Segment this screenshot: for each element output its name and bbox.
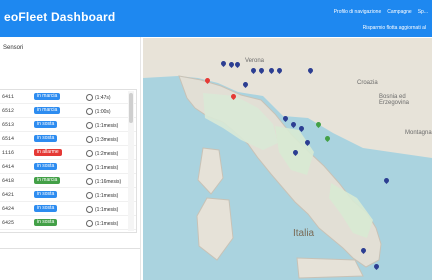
brand-title[interactable]: eoFleet Dashboard: [4, 10, 115, 24]
clock-icon: [86, 178, 93, 185]
last-seen-text: (1:1mesis): [95, 122, 119, 129]
map-label-bosnia: Bosnia ed Erzegovina: [379, 94, 410, 106]
last-seen-text: (1:1mesis): [95, 206, 119, 213]
last-seen-text: (1:47s): [95, 94, 111, 101]
vehicle-id: 6514: [2, 136, 15, 142]
status-badge: in sosta: [34, 135, 58, 142]
status-badge: in sosta: [34, 205, 58, 212]
vehicle-id: 6418: [2, 178, 15, 184]
list-item[interactable]: 6421 in sosta (1:1mesis): [0, 188, 136, 202]
last-seen: (1:16mesis): [86, 178, 121, 185]
vehicle-id: 1116: [2, 150, 15, 156]
panel-divider: [0, 248, 140, 249]
last-seen: (1:1mesis): [86, 164, 118, 171]
top-nav: Profilo di navigazione Campagne Sp...: [334, 9, 428, 15]
last-seen: (1:1mesis): [86, 206, 118, 213]
status-badge: in sosta: [34, 191, 58, 198]
nav-item[interactable]: Profilo di navigazione: [334, 9, 382, 15]
status-badge: in marcia: [34, 107, 61, 114]
list-item[interactable]: 6411 in marcia (1:47s): [0, 90, 136, 104]
map-view[interactable]: Verona Croazia Bosnia ed Erzegovina Mont…: [143, 38, 432, 280]
clock-icon: [86, 136, 93, 143]
corsica: [197, 147, 224, 195]
clock-icon: [86, 94, 93, 101]
last-seen-text: (1:1mesis): [95, 164, 119, 171]
list-item[interactable]: 6513 in sosta (1:1mesis): [0, 118, 136, 132]
vehicle-id: 6414: [2, 164, 15, 170]
status-badge: in allarme: [34, 149, 62, 156]
subnav: Risparmio flotta aggiornati al: [362, 25, 426, 31]
clock-icon: [86, 122, 93, 129]
clock-icon: [86, 150, 93, 157]
last-seen-text: (1:1mesis): [95, 192, 119, 199]
status-badge: in sosta: [34, 163, 58, 170]
left-panel: Sensori 6411 in marcia (1:47s) 6512 in m…: [0, 37, 141, 280]
last-seen-text: (1:00s): [95, 108, 111, 115]
vehicle-id: 6411: [2, 94, 15, 100]
last-seen: (1:1mesis): [86, 122, 118, 129]
clock-icon: [86, 108, 93, 115]
scroll-thumb[interactable]: [129, 93, 133, 123]
status-badge: in marcia: [34, 177, 61, 184]
last-seen: (1:47s): [86, 94, 111, 101]
last-seen-text: (1:3mesis): [95, 136, 119, 143]
last-seen: (1:2mesis): [86, 150, 118, 157]
map-label-verona: Verona: [245, 58, 265, 64]
last-seen: (1:3mesis): [86, 136, 118, 143]
panel-title: Sensori: [3, 45, 24, 51]
north-green: [203, 93, 278, 150]
map-svg: [143, 38, 432, 279]
clock-icon: [86, 220, 93, 227]
last-seen: (1:1mesis): [86, 192, 118, 199]
nav-item[interactable]: Sp...: [418, 9, 428, 15]
clock-icon: [86, 192, 93, 199]
top-bar: eoFleet Dashboard Profilo di navigazione…: [0, 0, 432, 37]
clock-icon: [86, 164, 93, 171]
list-item[interactable]: 6514 in sosta (1:3mesis): [0, 132, 136, 146]
vehicle-id: 6421: [2, 192, 15, 198]
vehicle-id: 6425: [2, 220, 15, 226]
list-scrollbar[interactable]: [128, 91, 134, 231]
map-label-italia: Italia: [293, 228, 315, 239]
list-item[interactable]: 6414 in sosta (1:1mesis): [0, 160, 136, 174]
last-seen-text: (1:16mesis): [95, 178, 122, 185]
vehicle-id: 6424: [2, 206, 15, 212]
last-seen-text: (1:2mesis): [95, 150, 119, 157]
last-seen: (1:00s): [86, 108, 111, 115]
vehicle-list[interactable]: 6411 in marcia (1:47s) 6512 in marcia (1…: [0, 89, 137, 233]
vehicle-id: 6513: [2, 122, 15, 128]
map-label-montagna: Montagna: [405, 130, 432, 136]
status-badge: in sosta: [34, 121, 58, 128]
status-badge: in sosta: [34, 219, 58, 226]
list-item[interactable]: 6425 in sosta (1:1mesis): [0, 216, 136, 230]
last-seen-text: (1:1mesis): [95, 220, 119, 227]
northern-land: [143, 38, 432, 60]
clock-icon: [86, 206, 93, 213]
list-item[interactable]: 6512 in marcia (1:00s): [0, 104, 136, 118]
list-item[interactable]: 6418 in marcia (1:16mesis): [0, 174, 136, 188]
map-label-croazia: Croazia: [357, 80, 378, 86]
vehicle-id: 6512: [2, 108, 15, 114]
list-item[interactable]: 1116 in allarme (1:2mesis): [0, 146, 136, 160]
sicily: [296, 257, 364, 279]
status-badge: in marcia: [34, 93, 61, 100]
list-item[interactable]: 6424 in sosta (1:1mesis): [0, 202, 136, 216]
last-seen: (1:1mesis): [86, 220, 118, 227]
nav-item[interactable]: Campagne: [387, 9, 411, 15]
sardinia: [196, 197, 234, 261]
